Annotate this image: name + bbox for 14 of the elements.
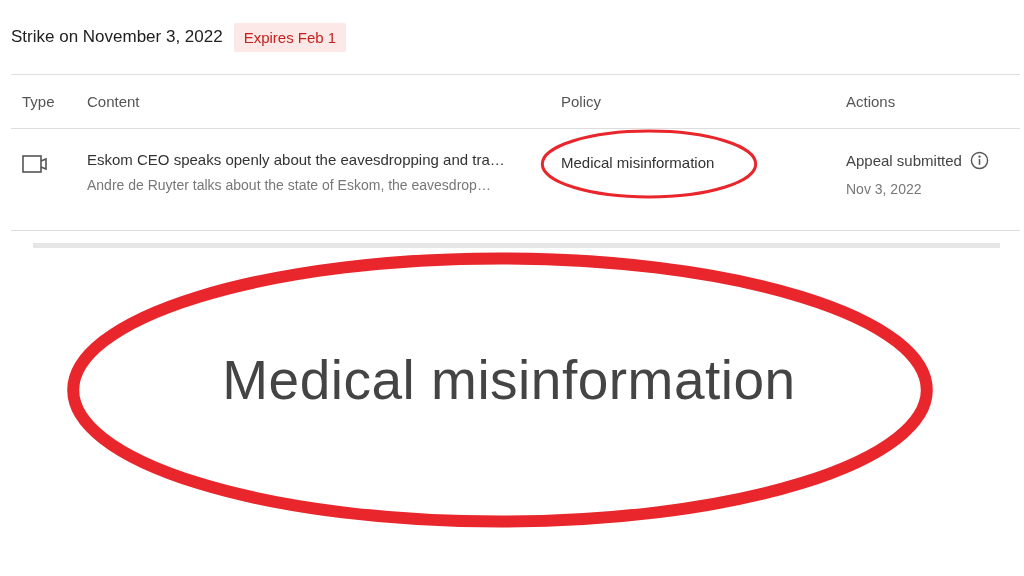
column-header: Policy [560, 93, 602, 110]
info-icon[interactable] [969, 151, 989, 170]
video-title[interactable]: Eskom CEO speaks openly about the eavesdropping and tra… [87, 151, 550, 168]
magnified-policy-text: Medical misinformation [222, 348, 796, 412]
column-header: Type [21, 93, 56, 110]
expiry-badge: Expires Feb 1 [233, 22, 347, 52]
column-header: Actions [845, 93, 897, 110]
strike-title: Strike on November 3, 2022 [11, 27, 223, 47]
video-camera-icon [22, 155, 48, 173]
column-header: Content [86, 93, 141, 110]
video-description: Andre de Ruyter talks about the state of Eskom, the eavesdrop… [87, 177, 492, 193]
appeal-date: Nov 3, 2022 [846, 181, 923, 197]
policy-text: Medical misinformation [561, 154, 715, 173]
appeal-status: Appeal submitted [846, 152, 962, 169]
